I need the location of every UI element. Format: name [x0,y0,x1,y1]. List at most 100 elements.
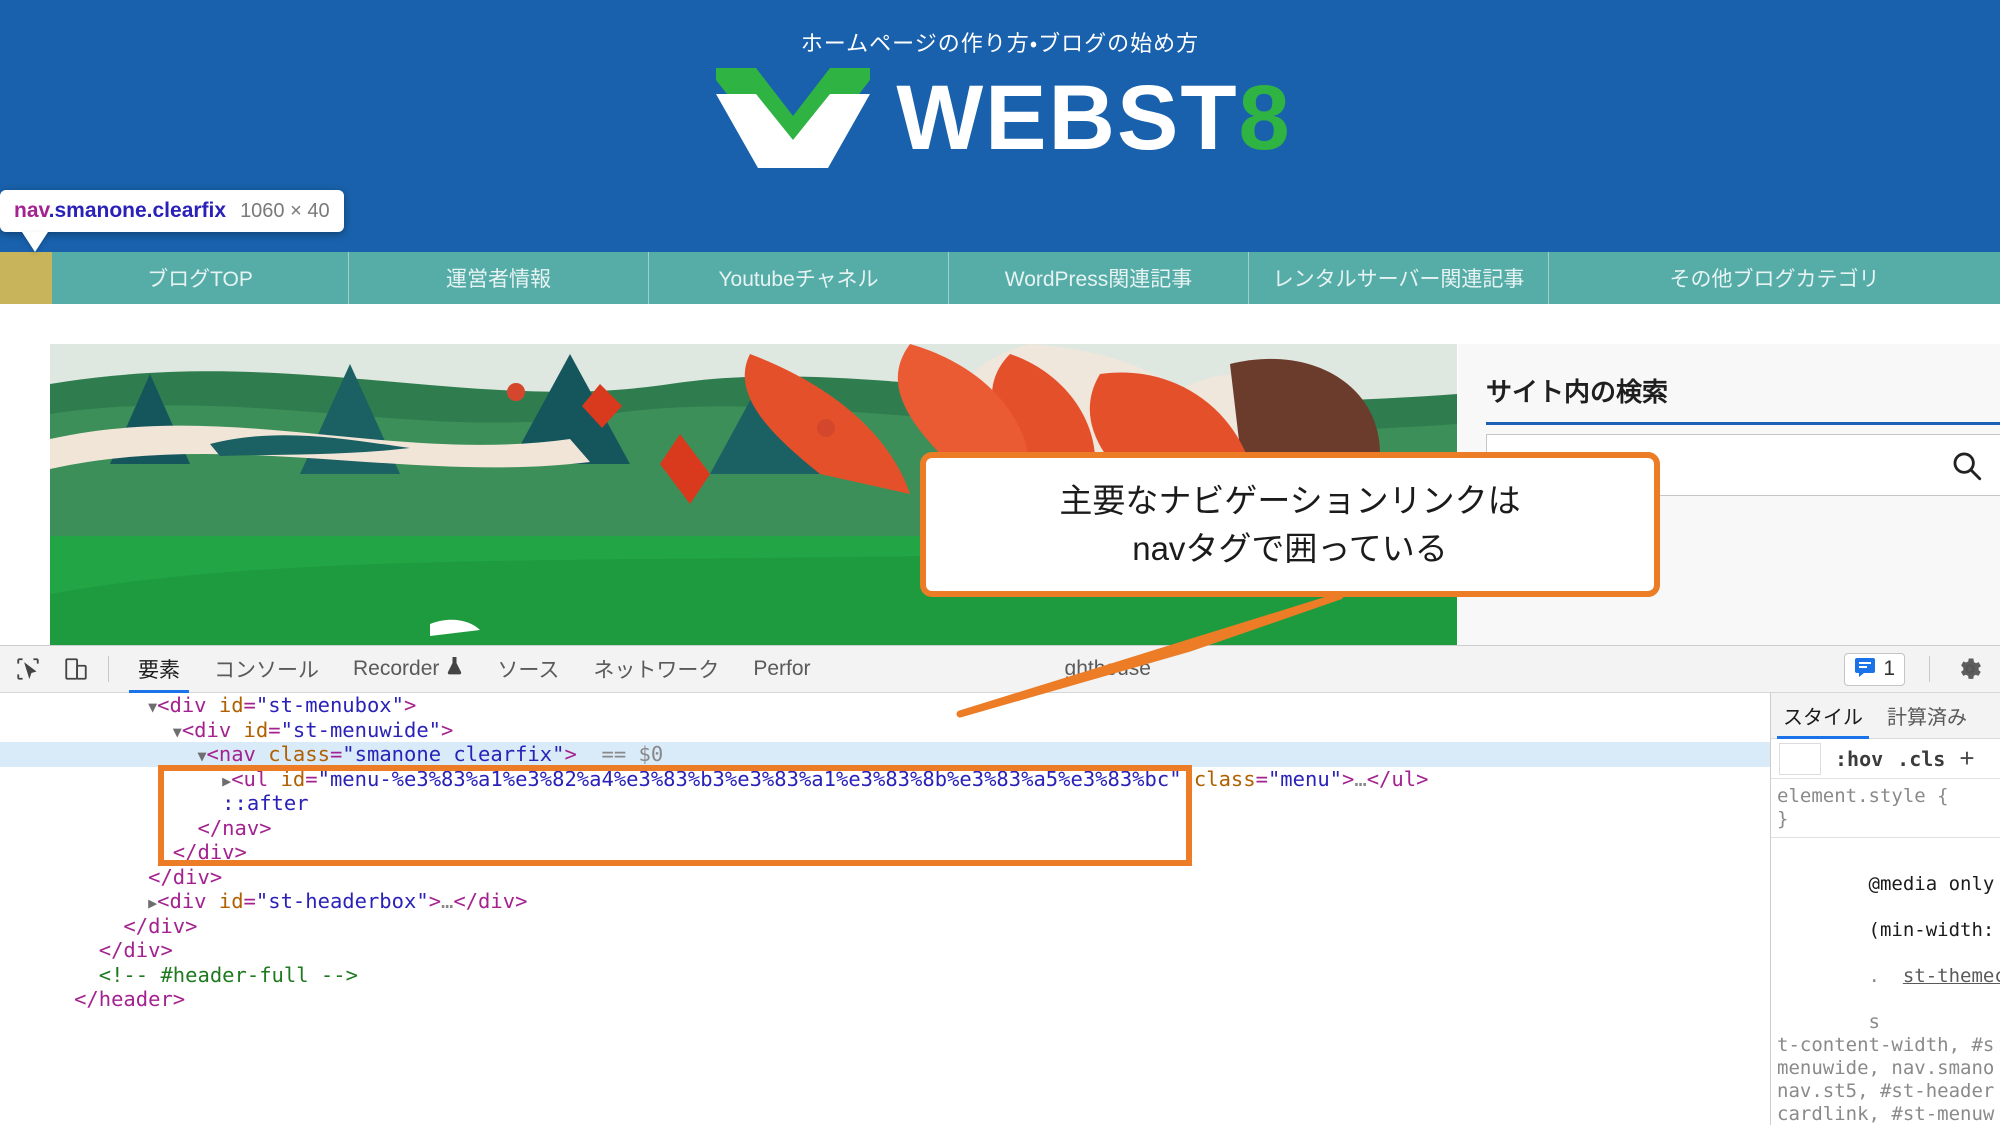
class-toggle-button[interactable]: .cls [1897,747,1945,771]
stylesheet-source-link[interactable]: st-themecss…=6. [1903,965,2000,987]
dom-tree-line[interactable]: </div> [0,914,1770,939]
inspector-tag-name: nav.smanone.clearfix [14,199,227,222]
dom-token: </div> [148,864,223,889]
hover-state-button[interactable]: :hov [1835,747,1883,771]
dom-token: > [404,693,417,717]
issues-count: 1 [1883,657,1895,680]
toolbar-divider [108,656,109,682]
dom-tree-line[interactable]: ▶<div id="st-headerbox">…</div> [0,889,1770,914]
styles-panel: スタイル 計算済み :hov .cls + element.style { } … [1770,693,2000,1125]
gear-icon[interactable] [1950,649,1990,689]
issues-icon [1854,657,1876,682]
search-icon[interactable] [1950,449,1984,488]
dom-tree-line[interactable]: </div> [0,938,1770,963]
dom-token: > [441,717,454,742]
dom-token: = [329,742,343,766]
dom-tree-line[interactable]: ▶<ul id="menu-%e3%83%a1%e3%82%a4%e3%83%b… [0,767,1770,792]
dom-token: = [243,889,256,913]
inspect-element-icon[interactable] [8,649,48,689]
dom-token: id [280,766,306,791]
dom-token: class [1193,766,1256,791]
tab-sources[interactable]: ソース [480,646,576,693]
style-filter-input[interactable] [1779,742,1821,775]
dom-token: ▼ [172,722,182,741]
dom-token: = [243,693,256,717]
tab-network[interactable]: ネットワーク [576,646,736,693]
toolbar-divider-2 [1929,656,1930,682]
dom-token: > [428,889,442,913]
dom-tree-line[interactable]: ▼<nav class="smanone clearfix"> == $0 [0,742,1770,767]
tab-styles[interactable]: スタイル [1771,693,1875,739]
site-logo[interactable]: WEBST8 [0,58,2000,178]
sidebar-search-title: サイト内の検索 [1486,377,1669,407]
webst8-logo-icon [716,68,871,168]
styles-filter-row: :hov .cls + [1771,739,2000,779]
dom-token: </div> [123,913,198,938]
inspector-highlight-tooltip: nav.smanone.clearfix 1060 × 40 [0,190,344,232]
tab-recorder[interactable]: Recorder [336,646,480,693]
annotation-callout-text: 主要なナビゲーションリンクは navタグで囲っている [1059,481,1521,567]
dom-token: = [268,717,281,742]
media-query-line-2: (min-width: 960px) [1868,919,1995,941]
site-nav: ブログTOP 運営者情報 Youtubeチャネル WordPress関連記事 レ… [0,252,2000,304]
devtools-toolbar-right: 1 [1844,649,2000,689]
dom-token: id [243,717,269,742]
dom-token: <div [181,717,244,742]
tab-elements[interactable]: 要素 [121,646,197,693]
dom-token: id [218,693,244,717]
sidebar-title-rule [1486,422,2000,425]
site-header: ホームページの作り方・ブログの始め方 WEBST8 nav.smanone.cl… [0,0,2000,252]
dom-tree-line[interactable]: ▼<div id="st-menubox"> [0,693,1770,718]
new-style-rule-button[interactable]: + [1959,743,1974,774]
dom-token: <nav [206,742,269,766]
dom-token: "st-menuwide" [280,717,442,742]
nav-item-wordpress-articles[interactable]: WordPress関連記事 [949,252,1249,304]
dom-token: ▶ [222,771,232,790]
dom-token: "st-menubox" [255,693,404,717]
element-style-rule[interactable]: element.style { } [1771,779,2000,831]
nav-highlight-overlay [0,252,52,304]
dom-token: == $0 [576,742,664,766]
dom-token: id [218,889,244,913]
device-toolbar-icon[interactable] [56,649,96,689]
nav-item-blog-top[interactable]: ブログTOP [52,252,349,304]
dom-tree-line[interactable]: </nav> [0,816,1770,841]
nav-item-rental-server-articles[interactable]: レンタルサーバー関連記事 [1249,252,1549,304]
issues-badge[interactable]: 1 [1844,652,1905,686]
dom-token: … [1354,766,1367,791]
nav-item-youtube-channel[interactable]: Youtubeチャネル [649,252,949,304]
nav-item-operator-info[interactable]: 運営者情報 [349,252,649,304]
dom-token: = [305,766,318,791]
styles-panel-tabs: スタイル 計算済み [1771,693,2000,739]
dom-tree-line[interactable]: <!-- #header-full --> [0,963,1770,988]
css-selector-text: s t-content-width, #s menuwide, nav.sman… [1777,1011,1995,1125]
dom-token: </ul> [1366,766,1429,791]
logo-wordmark: WEBST8 [896,67,1292,169]
dom-tree[interactable]: ▼<div id="st-menubox"> ▼<div id="st-menu… [0,693,1770,1081]
dom-tree-line[interactable]: </header> [0,987,1770,1012]
dom-token: </div> [453,889,528,913]
dom-tree-line[interactable]: </div> [0,840,1770,865]
site-tagline: ホームページの作り方・ブログの始め方 [800,31,1200,56]
screenshot-root: ホームページの作り方・ブログの始め方 WEBST8 nav.smanone.cl… [0,0,2000,1125]
tab-console[interactable]: コンソール [197,646,336,693]
tab-computed[interactable]: 計算済み [1875,693,1979,739]
dom-token: "menu" [1267,766,1343,791]
dom-token: </nav> [197,815,272,840]
dom-tree-line[interactable]: ::after [0,791,1770,816]
dom-token: </header> [74,987,186,1011]
dom-token: <ul [231,766,281,791]
flask-icon [446,656,463,682]
tab-recorder-label: Recorder [353,657,440,680]
dom-token: <div [157,693,219,717]
dom-tree-line[interactable]: ▼<div id="st-menuwide"> [0,718,1770,743]
dom-token: … [441,889,454,913]
inspector-tooltip-arrow [22,232,48,252]
dom-token: > [564,742,577,766]
nav-item-other-categories[interactable]: その他ブログカテゴリ [1549,252,2000,304]
dom-tree-line[interactable]: </div> [0,865,1770,890]
dom-token: > [1342,766,1355,791]
dom-token: <!-- #header-full --> [98,962,358,987]
callout-tail [956,592,1344,718]
tab-performance[interactable]: Perfor [736,646,827,693]
